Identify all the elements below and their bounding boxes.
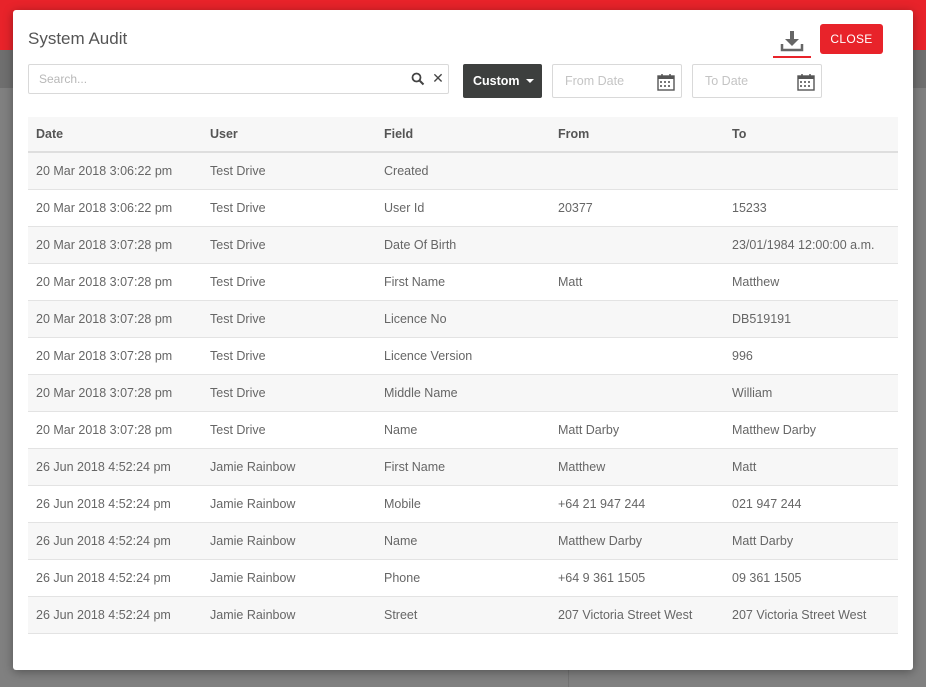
system-audit-modal: System Audit CLOSE ✕ Custom xyxy=(13,10,913,670)
cell-date: 26 Jun 2018 4:52:24 pm xyxy=(36,534,171,548)
cell-field: Date Of Birth xyxy=(384,238,457,252)
cell-user: Test Drive xyxy=(210,386,266,400)
cell-user: Test Drive xyxy=(210,349,266,363)
cell-field: Mobile xyxy=(384,497,421,511)
table-row[interactable]: 20 Mar 2018 3:07:28 pm Test Drive Middle N… xyxy=(28,375,898,412)
cell-date: 20 Mar 2018 3:06:22 pm xyxy=(36,201,173,215)
download-button[interactable] xyxy=(773,26,811,58)
cell-field: User Id xyxy=(384,201,425,215)
table-body: 20 Mar 2018 3:06:22 pm Test Drive Created 2… xyxy=(28,153,898,634)
cell-from: Matthew xyxy=(558,460,606,474)
cell-date: 26 Jun 2018 4:52:24 pm xyxy=(36,608,171,622)
cell-to: Matt Darby xyxy=(732,534,794,548)
cell-user: Test Drive xyxy=(210,238,266,252)
cell-field: Middle Name xyxy=(384,386,458,400)
table-row[interactable]: 20 Mar 2018 3:07:28 pm Test Drive Licence … xyxy=(28,338,898,375)
cell-from: Matthew Darby xyxy=(558,534,643,548)
date-range-label: Custom xyxy=(473,74,520,88)
cell-user: Test Drive xyxy=(210,312,266,326)
cell-user: Test Drive xyxy=(210,201,266,215)
cell-date: 20 Mar 2018 3:07:28 pm xyxy=(36,423,173,437)
table-row[interactable]: 26 Jun 2018 4:52:24 pm Jamie Rainbow Name M… xyxy=(28,523,898,560)
search-box: ✕ xyxy=(28,64,449,94)
cell-user: Test Drive xyxy=(210,164,266,178)
cell-user: Test Drive xyxy=(210,423,266,437)
table-header: Date User Field From To xyxy=(28,117,898,153)
cell-field: Phone xyxy=(384,571,421,585)
download-icon xyxy=(780,31,804,52)
cell-to: 996 xyxy=(732,349,753,363)
caret-down-icon xyxy=(526,79,534,83)
cell-to: DB519191 xyxy=(732,312,792,326)
table-row[interactable]: 20 Mar 2018 3:06:22 pm Test Drive Created xyxy=(28,153,898,190)
cell-to: 23/01/1984 12:00:00 a.m. xyxy=(732,238,875,252)
cell-date: 20 Mar 2018 3:07:28 pm xyxy=(36,312,173,326)
modal-title: System Audit xyxy=(28,29,128,48)
cell-date: 26 Jun 2018 4:52:24 pm xyxy=(36,571,171,585)
cell-field: First Name xyxy=(384,275,446,289)
cell-user: Jamie Rainbow xyxy=(210,460,296,474)
cell-user: Jamie Rainbow xyxy=(210,534,296,548)
column-header-field[interactable]: Field xyxy=(376,127,550,141)
table-row[interactable]: 20 Mar 2018 3:07:28 pm Test Drive Name Matt… xyxy=(28,412,898,449)
table-row[interactable]: 26 Jun 2018 4:52:24 pm Jamie Rainbow First… xyxy=(28,449,898,486)
cell-field: Name xyxy=(384,423,418,437)
column-header-date[interactable]: Date xyxy=(28,127,202,141)
close-icon[interactable]: ✕ xyxy=(431,71,445,85)
cell-field: Licence Version xyxy=(384,349,473,363)
to-date-input[interactable] xyxy=(693,65,793,97)
column-header-to[interactable]: To xyxy=(724,127,898,141)
cell-user: Jamie Rainbow xyxy=(210,497,296,511)
cell-field: Name xyxy=(384,534,418,548)
cell-date: 26 Jun 2018 4:52:24 pm xyxy=(36,460,171,474)
table-row[interactable]: 26 Jun 2018 4:52:24 pm Jamie Rainbow Phone… xyxy=(28,560,898,597)
cell-to: 15233 xyxy=(732,201,767,215)
cell-to: Matthew Darby xyxy=(732,423,817,437)
from-date-box xyxy=(552,64,682,98)
cell-from: Matt xyxy=(558,275,583,289)
table-row[interactable]: 26 Jun 2018 4:52:24 pm Jamie Rainbow Stree… xyxy=(28,597,898,634)
cell-field: Licence No xyxy=(384,312,447,326)
table-row[interactable]: 20 Mar 2018 3:07:28 pm Test Drive First Na… xyxy=(28,264,898,301)
to-date-box xyxy=(692,64,822,98)
cell-field: Street xyxy=(384,608,418,622)
cell-to: William xyxy=(732,386,773,400)
cell-from: 20377 xyxy=(558,201,593,215)
from-date-input[interactable] xyxy=(553,65,653,97)
search-input[interactable] xyxy=(29,65,399,93)
cell-user: Jamie Rainbow xyxy=(210,608,296,622)
cell-from: +64 21 947 244 xyxy=(558,497,646,511)
date-range-dropdown[interactable]: Custom xyxy=(463,64,542,98)
cell-user: Test Drive xyxy=(210,275,266,289)
cell-to: Matt xyxy=(732,460,757,474)
cell-to: 09 361 1505 xyxy=(732,571,802,585)
audit-table: Date User Field From To 20 Mar 2018 3:06… xyxy=(28,117,898,634)
close-button[interactable]: CLOSE xyxy=(820,24,883,54)
cell-from: 207 Victoria Street West xyxy=(558,608,693,622)
search-icon[interactable] xyxy=(411,72,425,86)
cell-date: 20 Mar 2018 3:07:28 pm xyxy=(36,238,173,252)
cell-from: +64 9 361 1505 xyxy=(558,571,646,585)
table-row[interactable]: 20 Mar 2018 3:07:28 pm Test Drive Licence … xyxy=(28,301,898,338)
column-header-user[interactable]: User xyxy=(202,127,376,141)
cell-date: 20 Mar 2018 3:07:28 pm xyxy=(36,275,173,289)
cell-date: 20 Mar 2018 3:06:22 pm xyxy=(36,164,173,178)
cell-user: Jamie Rainbow xyxy=(210,571,296,585)
table-row[interactable]: 20 Mar 2018 3:07:28 pm Test Drive Date Of … xyxy=(28,227,898,264)
cell-date: 26 Jun 2018 4:52:24 pm xyxy=(36,497,171,511)
calendar-icon[interactable] xyxy=(797,73,815,91)
cell-to: Matthew xyxy=(732,275,780,289)
cell-from: Matt Darby xyxy=(558,423,620,437)
table-row[interactable]: 26 Jun 2018 4:52:24 pm Jamie Rainbow Mobil… xyxy=(28,486,898,523)
cell-date: 20 Mar 2018 3:07:28 pm xyxy=(36,386,173,400)
cell-date: 20 Mar 2018 3:07:28 pm xyxy=(36,349,173,363)
table-row[interactable]: 20 Mar 2018 3:06:22 pm Test Drive User Id 2… xyxy=(28,190,898,227)
cell-field: First Name xyxy=(384,460,446,474)
calendar-icon[interactable] xyxy=(657,73,675,91)
column-header-from[interactable]: From xyxy=(550,127,724,141)
cell-to: 207 Victoria Street West xyxy=(732,608,867,622)
cell-to: 021 947 244 xyxy=(732,497,802,511)
cell-field: Created xyxy=(384,164,429,178)
